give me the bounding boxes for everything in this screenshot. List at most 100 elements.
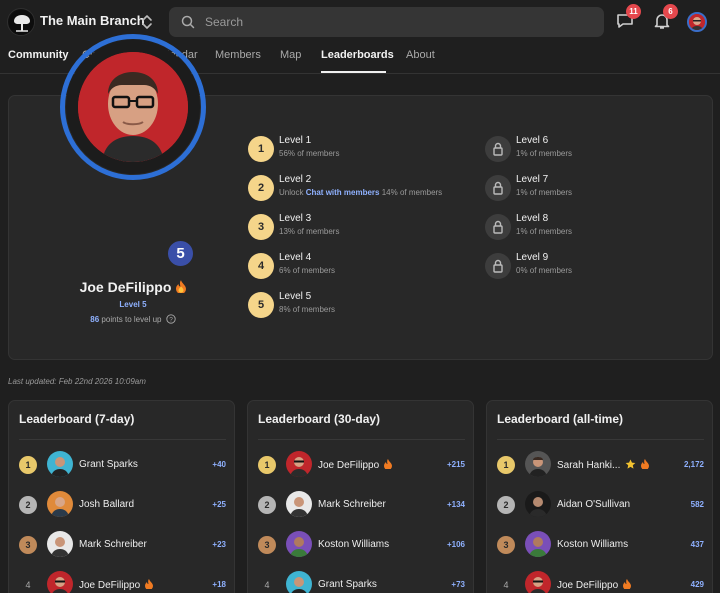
level-title: Level 7 xyxy=(516,174,549,185)
member-name[interactable]: Grant Sparks xyxy=(318,579,377,590)
rank-number: 4 xyxy=(264,580,270,590)
tab-leaderboards[interactable]: Leaderboards xyxy=(321,49,394,61)
lock-icon xyxy=(485,136,511,162)
leaderboard-row[interactable]: 4 Grant Sparks +73 xyxy=(248,571,475,593)
level-percent: 56% of members xyxy=(279,149,340,158)
lock-icon xyxy=(485,214,511,240)
member-name-text: Sarah Hanki... xyxy=(557,460,621,471)
unlock-text: Unlock xyxy=(279,188,306,197)
leaderboard-row[interactable]: 4 Joe DeFilippo 429 xyxy=(487,571,714,593)
avatar[interactable] xyxy=(525,491,551,517)
rank-number: 4 xyxy=(25,580,31,590)
rank-medal: 2 xyxy=(19,496,37,514)
bell-icon[interactable]: 6 xyxy=(652,4,678,33)
tab-map[interactable]: Map xyxy=(280,49,301,61)
chat-icon[interactable]: 11 xyxy=(615,4,641,33)
leaderboard-row[interactable]: 4 Joe DeFilippo +18 xyxy=(9,571,236,593)
points-value: 429 xyxy=(690,580,704,589)
tab-community[interactable]: Community xyxy=(8,49,69,61)
member-name[interactable]: Grant Sparks xyxy=(79,459,138,470)
points-suffix: points to level up xyxy=(101,315,162,324)
unlock-link[interactable]: Chat with members xyxy=(306,188,380,197)
avatar[interactable] xyxy=(47,451,73,477)
avatar[interactable] xyxy=(286,571,312,593)
level-number-badge: 4 xyxy=(248,253,274,279)
board-title: Leaderboard (7-day) xyxy=(19,412,135,426)
member-name[interactable]: Koston Williams xyxy=(318,539,389,550)
tab-members[interactable]: Members xyxy=(215,49,261,61)
profile-name: Joe DeFilippo xyxy=(0,279,266,295)
search-bar[interactable] xyxy=(169,7,604,37)
help-icon[interactable]: ? xyxy=(166,314,176,324)
leaderboard-row[interactable]: 3 Mark Schreiber +23 xyxy=(9,531,236,561)
board-title: Leaderboard (all-time) xyxy=(497,412,624,426)
leaderboard-row[interactable]: 1 Joe DeFilippo +215 xyxy=(248,451,475,481)
avatar[interactable] xyxy=(47,571,73,593)
member-name-text: Joe DeFilippo xyxy=(557,580,619,591)
level-title: Level 8 xyxy=(516,213,549,224)
avatar[interactable] xyxy=(286,531,312,557)
divider xyxy=(19,439,226,440)
leaderboard-30-day: Leaderboard (30-day) 1 Joe DeFilippo +21… xyxy=(247,400,474,593)
member-name[interactable]: Joe DeFilippo xyxy=(318,459,393,471)
profile-name-text: Joe DeFilippo xyxy=(79,279,172,295)
profile-level-label: Level 5 xyxy=(119,300,147,309)
member-name[interactable]: Sarah Hanki... xyxy=(557,459,650,471)
level-percent: 1% of members xyxy=(516,227,573,236)
lock-icon xyxy=(485,175,511,201)
level-badge: 5 xyxy=(166,239,195,268)
user-avatar[interactable] xyxy=(687,12,707,32)
level-title: Level 3 xyxy=(279,213,312,224)
level-percent: 0% of members xyxy=(516,266,573,275)
leaderboard-row[interactable]: 1 Sarah Hanki... 2,172 xyxy=(487,451,714,481)
member-name[interactable]: Mark Schreiber xyxy=(79,539,147,550)
tab-about[interactable]: About xyxy=(406,49,435,61)
member-name[interactable]: Koston Williams xyxy=(557,539,628,550)
points-value: +18 xyxy=(212,580,226,589)
member-name-text: Joe DeFilippo xyxy=(79,580,141,591)
points-value: +106 xyxy=(446,540,465,549)
rank-medal: 1 xyxy=(497,456,515,474)
level-title: Level 1 xyxy=(279,135,312,146)
lock-icon xyxy=(485,253,511,279)
leaderboard-row[interactable]: 2 Aidan O'Sullivan 582 xyxy=(487,491,714,521)
chat-badge: 11 xyxy=(626,4,641,19)
search-input[interactable] xyxy=(205,7,585,37)
chevron-up-down-icon[interactable] xyxy=(141,13,153,31)
avatar[interactable] xyxy=(525,451,551,477)
rank-medal: 2 xyxy=(497,496,515,514)
level-percent: 8% of members xyxy=(279,305,336,314)
avatar[interactable] xyxy=(47,491,73,517)
community-logo[interactable] xyxy=(7,8,35,36)
member-name[interactable]: Joe DeFilippo xyxy=(557,579,632,591)
member-name[interactable]: Mark Schreiber xyxy=(318,499,386,510)
leaderboard-all-time: Leaderboard (all-time) 1 Sarah Hanki... … xyxy=(486,400,713,593)
leaderboard-row[interactable]: 3 Koston Williams +106 xyxy=(248,531,475,561)
leaderboard-row[interactable]: 3 Koston Williams 437 xyxy=(487,531,714,561)
rank-medal: 2 xyxy=(258,496,276,514)
points-value: +134 xyxy=(446,500,465,509)
leaderboard-row[interactable]: 2 Mark Schreiber +134 xyxy=(248,491,475,521)
fire-icon xyxy=(384,459,393,469)
board-title: Leaderboard (30-day) xyxy=(258,412,381,426)
avatar[interactable] xyxy=(525,531,551,557)
leaderboard-row[interactable]: 2 Josh Ballard +25 xyxy=(9,491,236,521)
level-title: Level 6 xyxy=(516,135,549,146)
avatar[interactable] xyxy=(286,451,312,477)
avatar[interactable] xyxy=(286,491,312,517)
member-name[interactable]: Aidan O'Sullivan xyxy=(557,499,630,510)
community-name[interactable]: The Main Branch xyxy=(40,13,145,28)
avatar[interactable] xyxy=(525,571,551,593)
divider xyxy=(497,439,704,440)
level-title: Level 9 xyxy=(516,252,549,263)
points-to-level-up: 86 points to level up ? xyxy=(0,314,266,324)
last-updated: Last updated: Feb 22nd 2026 10:09am xyxy=(8,377,146,386)
avatar[interactable] xyxy=(47,531,73,557)
rank-medal: 3 xyxy=(258,536,276,554)
fire-icon xyxy=(641,459,650,469)
level-percent: 1% of members xyxy=(516,188,573,197)
rank-medal: 1 xyxy=(258,456,276,474)
member-name[interactable]: Josh Ballard xyxy=(79,499,134,510)
leaderboard-row[interactable]: 1 Grant Sparks +40 xyxy=(9,451,236,481)
member-name[interactable]: Joe DeFilippo xyxy=(79,579,154,591)
